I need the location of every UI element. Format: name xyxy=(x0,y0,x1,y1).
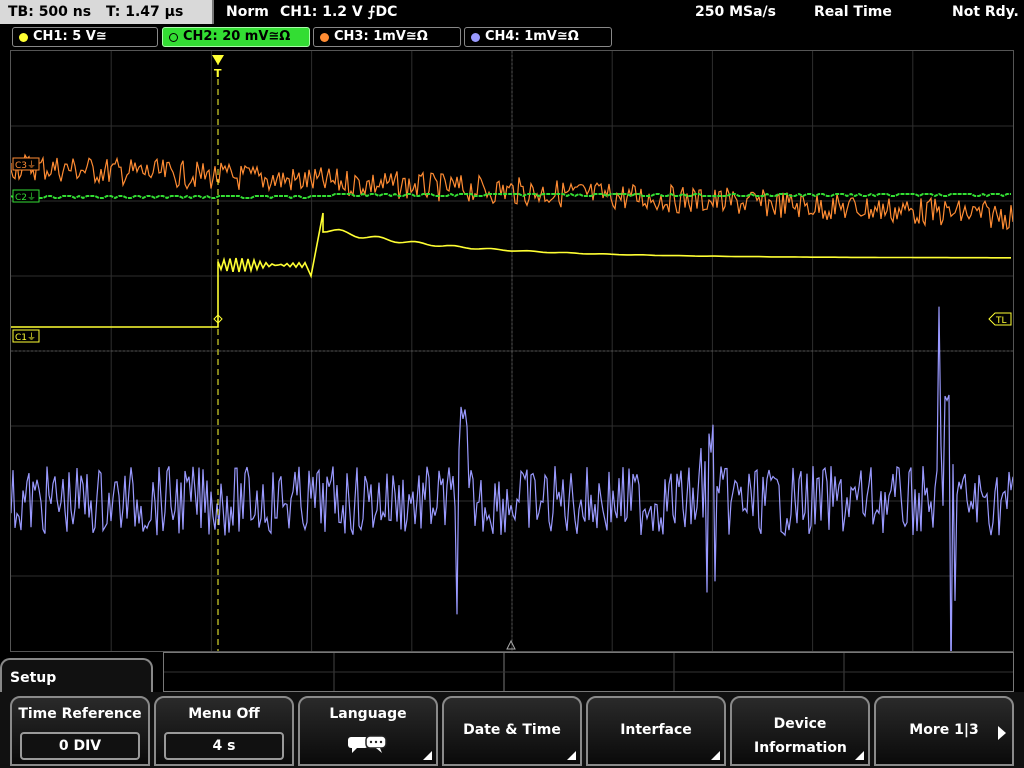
ch3-ground-marker[interactable]: C3⏚ xyxy=(12,157,40,171)
speech-bubbles-icon xyxy=(348,735,387,753)
more-button[interactable]: More 1|3 xyxy=(874,696,1014,766)
acquisition-mode[interactable]: Real Time xyxy=(814,0,892,24)
ch3-label: CH3: 1mV≅Ω xyxy=(334,29,428,44)
ch4-label: CH4: 1mV≅Ω xyxy=(485,29,579,44)
ch2-ground-marker[interactable]: C2⏚ xyxy=(12,189,40,203)
submenu-corner-icon xyxy=(567,751,576,760)
trigger-level-label: TL xyxy=(995,316,1007,326)
timebase-value: TB: 500 ns xyxy=(8,4,92,20)
channel-tab-ch1[interactable]: CH1: 5 V≅ xyxy=(12,27,158,47)
ch3-color-dot xyxy=(320,33,329,42)
language-label: Language xyxy=(329,706,407,722)
ch1-ground-marker[interactable]: C1⏚ xyxy=(12,329,40,343)
ch1-label: CH1: 5 V≅ xyxy=(33,29,107,44)
ch2-waveform xyxy=(11,192,1011,200)
interface-label: Interface xyxy=(620,722,692,738)
horizontal-reference-marker xyxy=(506,639,516,650)
date-time-label: Date & Time xyxy=(463,722,561,738)
more-label: More 1|3 xyxy=(909,722,979,738)
ch2-color-dot xyxy=(169,33,178,42)
acquisition-status: Not Rdy. xyxy=(952,4,1019,20)
trigger-time-value: T: 1.47 µs xyxy=(105,4,184,20)
sample-rate: 250 MSa/s xyxy=(695,4,777,20)
time-reference-button[interactable]: Time Reference 0 DIV xyxy=(10,696,150,766)
ch1-marker-label: C1⏚ xyxy=(15,332,36,343)
time-reference-value: 0 DIV xyxy=(20,732,140,760)
channel-tab-ch3[interactable]: CH3: 1mV≅Ω xyxy=(313,27,461,47)
waveform-canvas: T C3⏚ C2⏚ C1⏚ TL xyxy=(11,51,1013,651)
language-button[interactable]: Language xyxy=(298,696,438,766)
submenu-corner-icon xyxy=(711,751,720,760)
ch2-marker-label: C2⏚ xyxy=(15,192,36,203)
trigger-marker-label: T xyxy=(214,67,222,80)
trigger-mode[interactable]: Norm xyxy=(226,0,269,24)
menu-off-label: Menu Off xyxy=(188,706,260,722)
next-page-arrow-icon xyxy=(998,726,1006,740)
interface-button[interactable]: Interface xyxy=(586,696,726,766)
trigger-level-marker[interactable]: TL xyxy=(988,312,1012,326)
trigger-position-marker[interactable] xyxy=(212,55,224,65)
channel-tab-ch4[interactable]: CH4: 1mV≅Ω xyxy=(464,27,612,47)
menu-off-value: 4 s xyxy=(164,732,284,760)
ch1-waveform xyxy=(11,212,1011,328)
graticule-grid xyxy=(11,51,1013,651)
ch1-color-dot xyxy=(19,33,28,42)
waveform-display[interactable]: T C3⏚ C2⏚ C1⏚ TL xyxy=(10,50,1014,652)
device-information-button[interactable]: Device Information xyxy=(730,696,870,766)
submenu-corner-icon xyxy=(423,751,432,760)
overview-grid xyxy=(164,653,1013,691)
menu-off-button[interactable]: Menu Off 4 s xyxy=(154,696,294,766)
channel-tab-ch2[interactable]: CH2: 20 mV≅Ω xyxy=(162,27,310,47)
status-bar: TB: 500 ns T: 1.47 µs Norm CH1: 1.2 V ⨍D… xyxy=(0,0,1024,24)
menu-section-label: Setup xyxy=(10,670,57,686)
time-reference-label: Time Reference xyxy=(18,706,142,722)
ch4-color-dot xyxy=(471,33,480,42)
date-time-button[interactable]: Date & Time xyxy=(442,696,582,766)
timebase-box[interactable]: TB: 500 ns T: 1.47 µs xyxy=(0,0,214,24)
device-information-label: Device Information xyxy=(754,716,847,756)
ch2-label: CH2: 20 mV≅Ω xyxy=(183,29,291,44)
overview-strip xyxy=(163,652,1014,692)
trigger-source[interactable]: CH1: 1.2 V ⨍DC xyxy=(280,0,397,24)
submenu-corner-icon xyxy=(855,751,864,760)
ch3-marker-label: C3⏚ xyxy=(15,160,36,171)
